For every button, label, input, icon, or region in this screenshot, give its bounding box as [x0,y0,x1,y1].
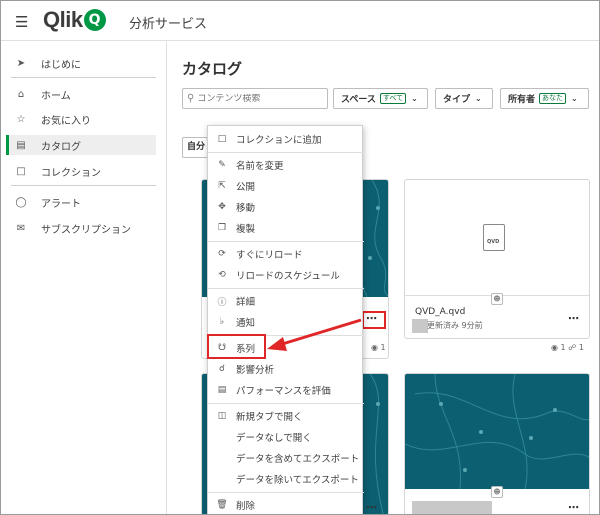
menu-item-evaluate-performance[interactable]: ▤ パフォーマンスを評価 [208,380,364,400]
menu-divider [208,241,364,242]
sidebar-item-subscriptions[interactable]: ✉ サブスクリプション [6,218,156,238]
space-filter[interactable]: スペース すべて ⌄ [333,88,428,109]
menu-divider [208,152,364,153]
sidebar-item-catalog[interactable]: ▤ カタログ [6,135,156,155]
type-filter[interactable]: タイプ ⌄ [435,88,493,109]
search-input[interactable] [197,93,318,104]
new-tab-icon: ◫ [217,411,227,421]
bookmark-icon: □ [217,134,227,144]
card-title-placeholder [412,501,492,514]
menu-item-export-with-data[interactable]: データを含めてエクスポート [208,448,364,468]
menu-item-delete[interactable]: 🗑 削除 [208,495,364,514]
sidebar-item-label: はじめに [41,59,81,71]
chevron-down-icon: ⌄ [475,94,482,103]
menu-divider [208,492,364,493]
impact-icon: ☌ [218,364,226,374]
card-views: ◉ 1 [371,343,386,352]
sidebar-item-label: ホーム [41,90,71,102]
sidebar-divider [11,77,156,78]
publish-icon: ⇱ [218,181,226,191]
owner-avatar-icon: ☻ [491,293,503,305]
home-icon: ⌂ [17,88,25,100]
sidebar-item-label: コレクション [41,167,101,179]
sidebar-item-label: カタログ [41,141,81,153]
bell-icon: ♭ [219,317,225,327]
pencil-icon: ✎ [218,160,226,170]
annotation-highlight-box [207,334,266,359]
menu-item-open-new-tab[interactable]: ◫ 新規タブで開く [208,406,364,426]
sidebar-item-favorites[interactable]: ☆ お気に入り [6,109,156,129]
more-options-icon[interactable]: ⋯ [366,501,377,514]
chevron-down-icon: ⌄ [411,94,418,103]
menu-divider [208,403,364,404]
card-thumbnail [405,374,589,490]
owner-filter[interactable]: 所有者 あなた ⌄ [500,88,589,109]
qlik-logo[interactable]: Qlik Q [43,7,106,33]
info-icon: ⓘ [217,297,227,308]
mail-icon: ✉ [16,222,26,234]
more-options-icon[interactable]: ⋯ [568,501,579,514]
sidebar-item-label: お気に入り [41,115,91,127]
menu-divider [208,288,364,289]
catalog-icon: ▤ [16,139,26,151]
menu-item-publish[interactable]: ⇱ 公開 [208,176,364,196]
menu-item-move[interactable]: ✥ 移動 [208,197,364,217]
page-title: カタログ [182,60,243,78]
logo-mark: Q [83,9,106,31]
sidebar-item-getting-started[interactable]: ➤ はじめに [6,53,156,73]
owner-filter-label: 所有者 [508,95,536,105]
duplicate-icon: ❐ [217,223,227,233]
space-filter-chip: すべて [379,93,407,104]
search-box[interactable]: ⚲ [182,88,328,109]
top-bar: ☰ Qlik Q 分析サービス [1,1,599,41]
app-window: ☰ Qlik Q 分析サービス ➤ はじめに ⌂ ホーム ☆ お気に入り ▤ カ… [0,0,600,515]
thumbnail-pattern [405,374,589,490]
annotation-arrow [267,318,362,351]
logo-text: Qlik [43,7,83,32]
move-icon: ✥ [218,202,226,212]
card-updated: 更新済み 9分前 [427,321,483,330]
owner-filter-chip: あなた [539,93,567,104]
sidebar-item-alerts[interactable]: ◯ アラート [6,192,156,212]
menu-item-duplicate[interactable]: ❐ 複製 [208,218,364,238]
menu-item-export-without-data[interactable]: データを除いてエクスポート [208,469,364,489]
rocket-icon: ➤ [16,57,26,69]
own-content-button[interactable]: 自分 [182,137,208,158]
owner-avatar-icon: ☻ [491,486,503,498]
schedule-icon: ⟲ [218,270,226,280]
type-filter-label: タイプ [443,95,471,105]
annotation-highlight-box [362,311,386,329]
sidebar-item-label: サブスクリプション [41,224,131,236]
more-options-icon[interactable]: ⋯ [568,312,579,325]
card-title[interactable]: QVD_A.qvd [415,307,465,317]
performance-icon: ▤ [217,385,227,395]
star-icon: ☆ [16,113,26,125]
app-title: 分析サービス [129,17,208,32]
reload-icon: ⟳ [218,249,226,259]
sidebar-item-home[interactable]: ⌂ ホーム [6,84,156,104]
trash-icon: 🗑 [216,500,228,510]
bookmark-icon: □ [16,165,26,177]
menu-item-reload-now[interactable]: ⟳ すぐにリロード [208,244,364,264]
menu-item-open-without-data[interactable]: データなしで開く [208,427,364,447]
menu-item-rename[interactable]: ✎ 名前を変更 [208,155,364,175]
menu-item-details[interactable]: ⓘ 詳細 [208,291,364,311]
space-filter-label: スペース [341,95,376,105]
qvd-file-icon: QVD [483,224,505,251]
card-stats: ◉ 1 ☍ 1 [551,343,584,352]
menu-item-schedule-reload[interactable]: ⟲ リロードのスケジュール [208,265,364,285]
sidebar-divider [11,185,156,186]
chevron-down-icon: ⌄ [571,94,578,103]
sidebar-item-collections[interactable]: □ コレクション [6,161,156,181]
search-icon: ⚲ [187,93,195,104]
sidebar-item-label: アラート [41,198,81,210]
menu-item-impact-analysis[interactable]: ☌ 影響分析 [208,359,364,379]
hamburger-icon[interactable]: ☰ [15,13,28,31]
avatar [412,319,428,333]
alert-icon: ◯ [15,196,27,208]
menu-item-add-to-collection[interactable]: □ コレクションに追加 [208,129,364,149]
sidebar: ➤ はじめに ⌂ ホーム ☆ お気に入り ▤ カタログ □ コレクション ◯ ア… [1,42,167,514]
